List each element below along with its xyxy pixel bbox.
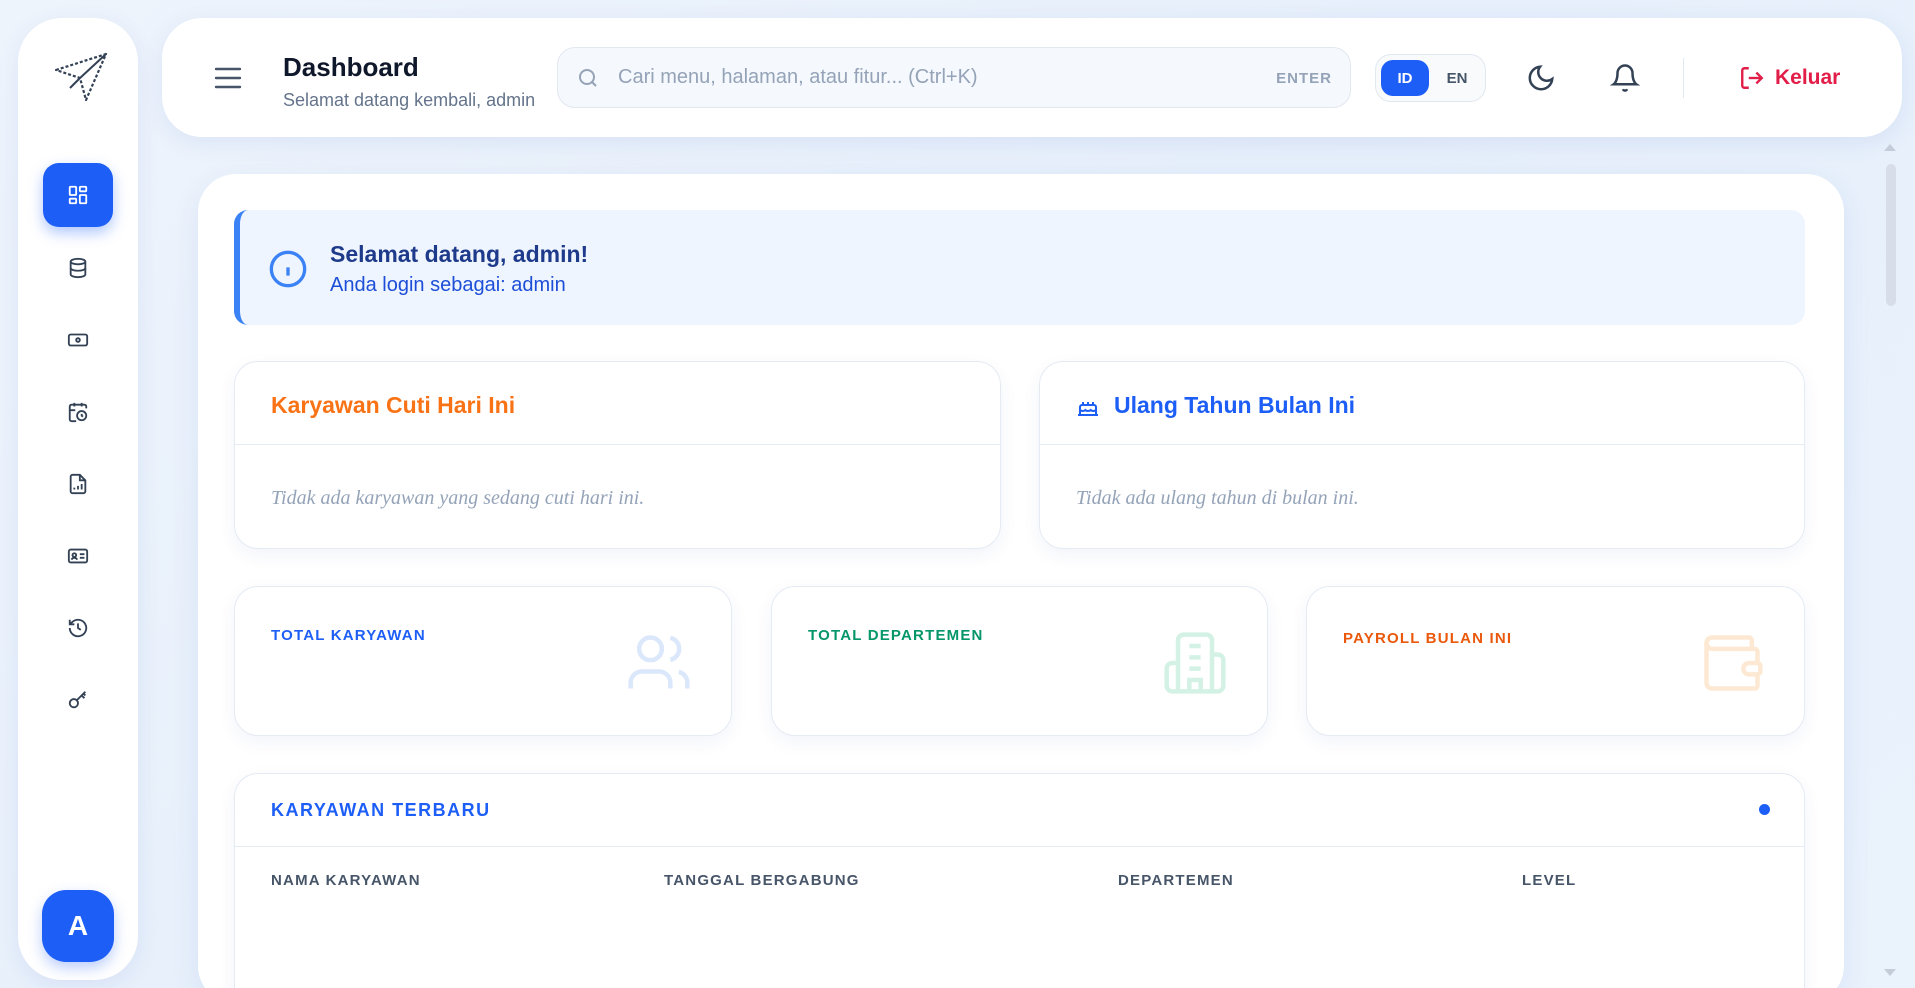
building-icon xyxy=(1164,632,1226,694)
birthday-card: Ulang Tahun Bulan Ini Tidak ada ulang ta… xyxy=(1039,361,1805,549)
key-icon xyxy=(68,691,86,709)
sidebar-item-attendance[interactable] xyxy=(43,380,113,444)
stat-card-total-departments[interactable]: TOTAL DEPARTEMEN xyxy=(771,586,1268,736)
alert-text: Anda login sebagai: admin xyxy=(330,274,566,296)
sidebar-item-history[interactable] xyxy=(43,596,113,660)
page-subtitle: Selamat datang kembali, admin xyxy=(283,90,536,110)
logout-icon xyxy=(1741,67,1764,89)
scroll-thumb[interactable] xyxy=(1886,164,1896,306)
sidebar-item-employee-card[interactable] xyxy=(43,524,113,588)
calendar-clock-icon xyxy=(68,402,88,423)
cake-icon xyxy=(1078,397,1098,416)
bell-icon xyxy=(1609,64,1641,92)
dashboard-icon xyxy=(68,185,88,205)
column-header-join-date[interactable]: TANGGAL BERGABUNG xyxy=(664,872,860,889)
stat-card-total-employees[interactable]: TOTAL KARYAWAN xyxy=(234,586,732,736)
page-scrollbar[interactable] xyxy=(1883,142,1897,978)
sidebar-item-access[interactable] xyxy=(43,668,113,732)
sidebar-item-reports[interactable] xyxy=(43,452,113,516)
hamburger-icon xyxy=(214,67,242,89)
history-icon xyxy=(68,618,88,638)
lang-en-button[interactable]: EN xyxy=(1433,60,1481,96)
page-title: Dashboard xyxy=(283,52,419,82)
id-card-icon xyxy=(67,548,89,564)
table-divider xyxy=(235,846,1804,847)
main-content: Selamat datang, admin! Anda login sebaga… xyxy=(198,174,1844,988)
card-title: Karyawan Cuti Hari Ini xyxy=(271,392,516,418)
top-header: Dashboard Selamat datang kembali, admin … xyxy=(162,18,1902,137)
sidebar-item-dashboard[interactable] xyxy=(43,163,113,227)
empty-message: Tidak ada karyawan yang sedang cuti hari… xyxy=(271,487,645,509)
leave-today-card: Karyawan Cuti Hari Ini Tidak ada karyawa… xyxy=(234,361,1001,549)
alert-title: Selamat datang, admin! xyxy=(330,241,589,267)
recent-employees-card: KARYAWAN TERBARU NAMA KARYAWAN TANGGAL B… xyxy=(234,773,1805,988)
sidebar: A xyxy=(18,18,138,980)
info-icon xyxy=(269,250,307,288)
stat-label: PAYROLL BULAN INI xyxy=(1343,630,1513,647)
column-header-name[interactable]: NAMA KARYAWAN xyxy=(271,872,421,889)
wallet-icon xyxy=(1704,635,1763,691)
sidebar-item-database[interactable] xyxy=(43,236,113,300)
search-enter-hint: ENTER xyxy=(1276,70,1332,87)
search-bar: ENTER xyxy=(557,47,1351,108)
stat-label: TOTAL KARYAWAN xyxy=(271,627,426,644)
menu-toggle-button[interactable] xyxy=(214,64,242,92)
card-header: Ulang Tahun Bulan Ini xyxy=(1040,362,1804,445)
database-icon xyxy=(69,257,87,279)
search-icon xyxy=(579,69,597,87)
stat-label: TOTAL DEPARTEMEN xyxy=(808,627,984,644)
sidebar-item-payroll[interactable] xyxy=(43,308,113,372)
header-divider xyxy=(1683,58,1684,98)
language-switcher: ID EN xyxy=(1375,54,1486,102)
column-header-level[interactable]: LEVEL xyxy=(1522,872,1576,889)
logout-button[interactable]: Keluar xyxy=(1739,62,1840,94)
logout-label: Keluar xyxy=(1775,66,1841,89)
user-avatar[interactable]: A xyxy=(42,890,114,962)
card-header: Karyawan Cuti Hari Ini xyxy=(235,362,1000,445)
search-input[interactable] xyxy=(618,48,1238,107)
welcome-alert: Selamat datang, admin! Anda login sebaga… xyxy=(234,210,1805,325)
stat-card-payroll-month[interactable]: PAYROLL BULAN INI xyxy=(1306,586,1805,736)
notifications-button[interactable] xyxy=(1609,63,1641,93)
scroll-up-arrow[interactable] xyxy=(1884,144,1896,151)
report-icon xyxy=(69,473,87,495)
theme-toggle-button[interactable] xyxy=(1526,63,1556,93)
app-logo[interactable] xyxy=(50,48,110,108)
scroll-down-arrow[interactable] xyxy=(1884,969,1896,976)
payroll-icon xyxy=(67,333,89,347)
lang-id-button[interactable]: ID xyxy=(1381,60,1429,96)
column-header-department[interactable]: DEPARTEMEN xyxy=(1118,872,1234,889)
card-title: Ulang Tahun Bulan Ini xyxy=(1114,392,1356,418)
empty-message: Tidak ada ulang tahun di bulan ini. xyxy=(1076,487,1359,509)
users-icon xyxy=(628,635,690,689)
moon-icon xyxy=(1528,65,1554,91)
status-dot xyxy=(1759,804,1770,815)
table-title: KARYAWAN TERBARU xyxy=(271,800,491,820)
